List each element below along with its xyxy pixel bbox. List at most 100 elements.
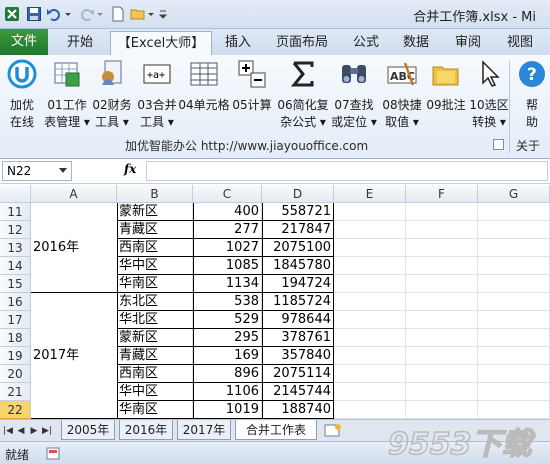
tab-insert[interactable]: 插入 bbox=[216, 31, 260, 55]
jiayou-online-button[interactable]: 加优 在线 bbox=[0, 59, 44, 135]
cell-button[interactable]: 04单元格 bbox=[178, 59, 230, 135]
cell-count[interactable]: 538 bbox=[193, 293, 262, 311]
column-header-g[interactable]: G bbox=[478, 185, 550, 203]
tab-page-layout[interactable]: 页面布局 bbox=[270, 31, 334, 55]
cell-region[interactable]: 青藏区 bbox=[117, 347, 193, 365]
cell-count[interactable]: 277 bbox=[193, 221, 262, 239]
tab-formulas[interactable]: 公式 bbox=[344, 31, 388, 55]
macro-record-icon[interactable] bbox=[46, 447, 60, 460]
finance-tools-button[interactable]: 02财务 工具 ▾ bbox=[90, 59, 134, 135]
cell-region[interactable]: 西南区 bbox=[117, 239, 193, 257]
excel-logo-icon[interactable] bbox=[4, 6, 20, 22]
save-icon[interactable] bbox=[26, 6, 42, 22]
spreadsheet-grid[interactable]: A B C D E F G 11 蒙新区 400 558721 12 青藏区 277 2178… bbox=[0, 185, 550, 419]
cell-count[interactable]: 1027 bbox=[193, 239, 262, 257]
cell-amount[interactable]: 978644 bbox=[262, 311, 334, 329]
column-header-f[interactable]: F bbox=[406, 185, 478, 203]
undo-dropdown-icon[interactable] bbox=[64, 6, 72, 22]
row-header[interactable]: 20 bbox=[0, 365, 31, 383]
cell-amount[interactable]: 2075114 bbox=[262, 365, 334, 383]
redo-icon[interactable] bbox=[79, 6, 95, 22]
cell-region[interactable]: 华中区 bbox=[117, 383, 193, 401]
simplify-formula-button[interactable]: 06简化复 杂公式 ▾ bbox=[277, 59, 329, 135]
selection-convert-button[interactable]: 10选区 转换 ▾ bbox=[467, 59, 511, 135]
row-header[interactable]: 16 bbox=[0, 293, 31, 311]
redo-dropdown-icon[interactable] bbox=[96, 6, 104, 22]
cell-count[interactable]: 896 bbox=[193, 365, 262, 383]
sheet-tab-2005[interactable]: 2005年 bbox=[61, 420, 115, 440]
row-header[interactable]: 17 bbox=[0, 311, 31, 329]
insert-function-icon[interactable]: fx bbox=[124, 162, 136, 176]
cell-count[interactable]: 169 bbox=[193, 347, 262, 365]
tab-view[interactable]: 视图 bbox=[498, 31, 542, 55]
select-all-corner[interactable] bbox=[0, 185, 31, 203]
prev-sheet-icon[interactable]: ◀ bbox=[16, 425, 26, 437]
open-folder-icon[interactable] bbox=[130, 6, 146, 22]
cell-amount[interactable]: 357840 bbox=[262, 347, 334, 365]
row-header[interactable]: 21 bbox=[0, 383, 31, 401]
find-locate-button[interactable]: 07查找 或定位 ▾ bbox=[331, 59, 377, 135]
tab-home[interactable]: 开始 bbox=[56, 31, 104, 55]
cell-count[interactable]: 400 bbox=[193, 203, 262, 221]
row-header[interactable]: 19 bbox=[0, 347, 31, 365]
cell-region[interactable]: 蒙新区 bbox=[117, 329, 193, 347]
tab-review[interactable]: 审阅 bbox=[446, 31, 490, 55]
cell-amount[interactable]: 2075100 bbox=[262, 239, 334, 257]
cell-amount[interactable]: 188740 bbox=[262, 401, 334, 419]
row-header[interactable]: 18 bbox=[0, 329, 31, 347]
group-launcher-button[interactable] bbox=[493, 139, 504, 150]
column-header-c[interactable]: C bbox=[193, 185, 262, 203]
cell-count[interactable]: 1134 bbox=[193, 275, 262, 293]
cell-count[interactable]: 1085 bbox=[193, 257, 262, 275]
cell-amount[interactable]: 2145744 bbox=[262, 383, 334, 401]
merge-tools-button[interactable]: +a+ 03合并 工具 ▾ bbox=[135, 59, 179, 135]
cell-region[interactable]: 青藏区 bbox=[117, 221, 193, 239]
cell-region[interactable]: 华中区 bbox=[117, 257, 193, 275]
row-header[interactable]: 11 bbox=[0, 203, 31, 221]
help-button[interactable]: ? 帮助 bbox=[515, 59, 549, 135]
cell-count[interactable]: 529 bbox=[193, 311, 262, 329]
cell-count[interactable]: 295 bbox=[193, 329, 262, 347]
comment-button[interactable]: 09批注 bbox=[424, 59, 468, 135]
first-sheet-icon[interactable]: |◀ bbox=[3, 425, 13, 437]
column-header-a[interactable]: A bbox=[31, 185, 117, 203]
cell-amount[interactable]: 1845780 bbox=[262, 257, 334, 275]
open-dropdown-icon[interactable] bbox=[147, 6, 155, 22]
cell-amount[interactable]: 558721 bbox=[262, 203, 334, 221]
row-header[interactable]: 13 bbox=[0, 239, 31, 257]
row-header[interactable]: 12 bbox=[0, 221, 31, 239]
new-file-icon[interactable] bbox=[110, 6, 126, 22]
row-header[interactable]: 22 bbox=[0, 401, 31, 419]
cell-amount[interactable]: 194724 bbox=[262, 275, 334, 293]
cell-amount[interactable]: 1185724 bbox=[262, 293, 334, 311]
column-header-b[interactable]: B bbox=[117, 185, 193, 203]
undo-icon[interactable] bbox=[46, 6, 62, 22]
tab-excel-master[interactable]: 【Excel大师】 bbox=[110, 31, 212, 55]
tab-file[interactable]: 文件 bbox=[0, 29, 48, 55]
cell-region[interactable]: 华南区 bbox=[117, 401, 193, 419]
cell-amount[interactable]: 378761 bbox=[262, 329, 334, 347]
column-header-e[interactable]: E bbox=[334, 185, 406, 203]
cell-year-2017[interactable]: 2017年 bbox=[31, 293, 117, 418]
sheet-tab-2016[interactable]: 2016年 bbox=[119, 420, 173, 440]
sheet-tab-2017[interactable]: 2017年 bbox=[177, 420, 231, 440]
sheet-manage-button[interactable]: 01工作 表管理 ▾ bbox=[44, 59, 90, 135]
formula-input[interactable] bbox=[146, 161, 548, 181]
cell-count[interactable]: 1019 bbox=[193, 401, 262, 419]
cell-count[interactable]: 1106 bbox=[193, 383, 262, 401]
tab-data[interactable]: 数据 bbox=[394, 31, 438, 55]
cell-region[interactable]: 东北区 bbox=[117, 293, 193, 311]
sheet-tab-merged[interactable]: 合并工作表 bbox=[235, 420, 317, 440]
customize-toolbar-icon[interactable] bbox=[158, 6, 168, 22]
row-header[interactable]: 15 bbox=[0, 275, 31, 293]
row-header[interactable]: 14 bbox=[0, 257, 31, 275]
cell-year-2016[interactable]: 2016年 bbox=[31, 203, 117, 292]
name-box-dropdown-icon[interactable] bbox=[59, 168, 67, 173]
cell-region[interactable]: 华北区 bbox=[117, 311, 193, 329]
last-sheet-icon[interactable]: ▶| bbox=[42, 425, 52, 437]
cell-region[interactable]: 华南区 bbox=[117, 275, 193, 293]
next-sheet-icon[interactable]: ▶ bbox=[29, 425, 39, 437]
cell-region[interactable]: 蒙新区 bbox=[117, 203, 193, 221]
column-header-d[interactable]: D bbox=[262, 185, 334, 203]
calculate-button[interactable]: 05计算 bbox=[230, 59, 274, 135]
